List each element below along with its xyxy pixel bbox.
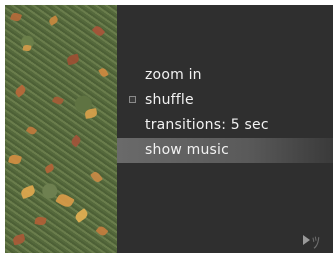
stylized-glyph-icon: ﾂ: [312, 233, 321, 252]
slideshow-photo: [5, 5, 117, 253]
menu-item-show-music[interactable]: show music: [117, 138, 333, 163]
menu-item-label: show music: [145, 142, 230, 158]
slideshow-menu-panel: zoom in shuffle transitions: 5 sec show …: [117, 5, 333, 253]
slideshow-frame: zoom in shuffle transitions: 5 sec show …: [5, 5, 333, 253]
shuffle-checkbox[interactable]: [129, 96, 136, 103]
menu-item-label: zoom in: [145, 67, 202, 83]
menu-item-shuffle[interactable]: shuffle: [117, 88, 333, 113]
menu-item-label: shuffle: [145, 92, 194, 108]
menu-item-transitions[interactable]: transitions: 5 sec: [117, 113, 333, 138]
play-arrow-icon[interactable]: [303, 235, 310, 245]
slideshow-options-menu: zoom in shuffle transitions: 5 sec show …: [117, 63, 333, 163]
menu-item-label: transitions: 5 sec: [145, 117, 269, 133]
menu-item-zoom-in[interactable]: zoom in: [117, 63, 333, 88]
corner-controls: ﾂ: [303, 231, 329, 252]
